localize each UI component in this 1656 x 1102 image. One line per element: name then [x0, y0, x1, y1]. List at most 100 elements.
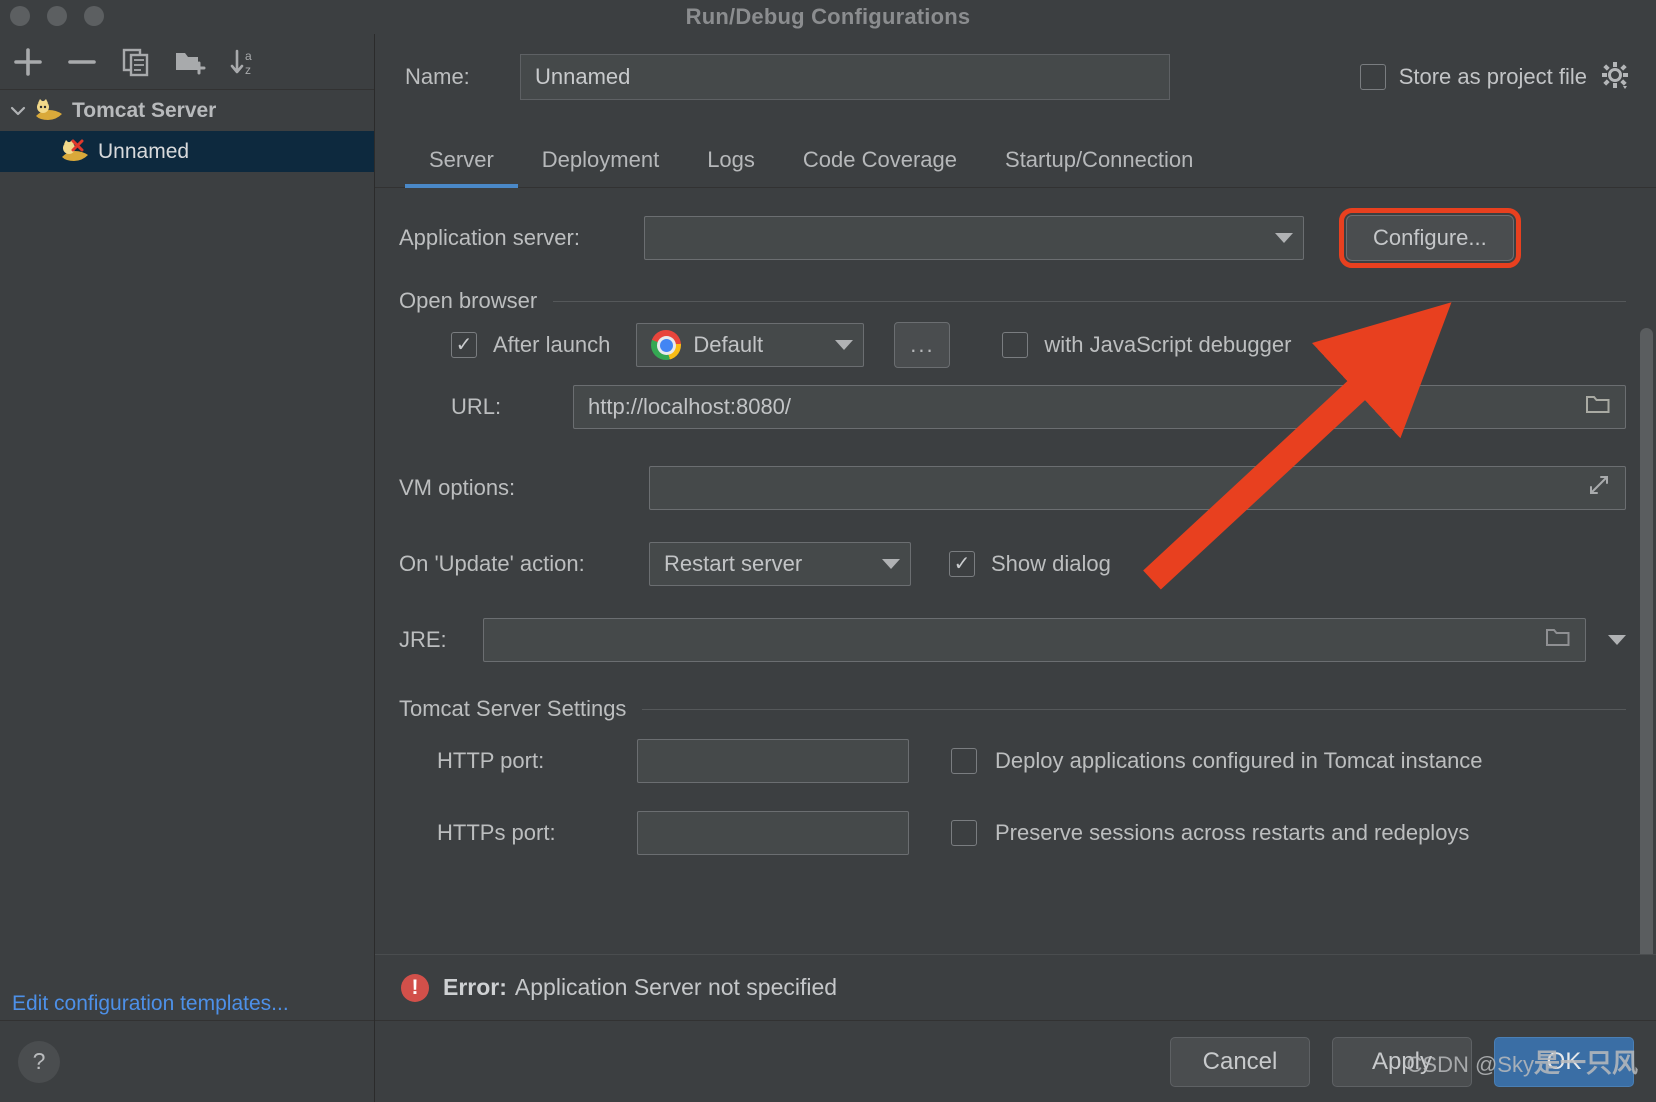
- sidebar-footer: ?: [0, 1020, 374, 1102]
- http-port-row: HTTP port: Deploy applications configure…: [399, 722, 1626, 800]
- chrome-icon: [651, 330, 682, 360]
- configure-button[interactable]: Configure...: [1339, 208, 1521, 268]
- configuration-editor: Name: Unnamed Store as project file Serv…: [375, 34, 1656, 1102]
- jre-input[interactable]: [483, 618, 1586, 662]
- tab-code-coverage[interactable]: Code Coverage: [779, 147, 981, 187]
- name-row: Name: Unnamed Store as project file: [375, 34, 1656, 120]
- error-message: Application Server not specified: [514, 974, 838, 1000]
- preserve-sessions-label: Preserve sessions across restarts and re…: [995, 820, 1470, 845]
- maximize-window-button[interactable]: [84, 6, 104, 26]
- http-port-label: HTTP port:: [437, 748, 545, 773]
- tab-deployment[interactable]: Deployment: [518, 147, 683, 187]
- tree-item-unnamed[interactable]: Unnamed: [0, 131, 374, 172]
- https-port-row: HTTPs port: Preserve sessions across res…: [399, 800, 1626, 866]
- after-launch-row: After launch Default ... with JavaScript…: [399, 314, 1626, 376]
- svg-text:z: z: [245, 63, 251, 77]
- title-bar: Run/Debug Configurations: [0, 0, 1656, 34]
- sort-az-icon[interactable]: a z: [222, 40, 266, 84]
- vm-options-label: VM options:: [399, 475, 516, 500]
- open-browser-group-header: Open browser: [399, 288, 1626, 314]
- show-dialog-checkbox[interactable]: [949, 551, 975, 577]
- after-launch-label: After launch: [493, 332, 611, 357]
- copy-icon[interactable]: [114, 40, 158, 84]
- tab-logs[interactable]: Logs: [683, 147, 779, 187]
- store-as-project-file-label: Store as project file: [1398, 64, 1587, 89]
- https-port-input[interactable]: [637, 811, 909, 855]
- dialog-footer: Cancel Apply OK: [375, 1020, 1656, 1102]
- deploy-applications-label: Deploy applications configured in Tomcat…: [995, 748, 1483, 773]
- application-server-row: Application server: Configure...: [399, 208, 1626, 268]
- help-button[interactable]: ?: [18, 1040, 60, 1083]
- close-window-button[interactable]: [10, 6, 30, 26]
- name-label: Name:: [405, 64, 470, 89]
- scrollbar-thumb[interactable]: [1640, 328, 1653, 954]
- browser-value: Default: [693, 332, 764, 357]
- chevron-down-icon[interactable]: [835, 340, 854, 350]
- folder-icon[interactable]: [1585, 393, 1611, 422]
- tomcat-icon: [32, 98, 66, 124]
- page-title: Run/Debug Configurations: [685, 4, 971, 29]
- edit-configuration-templates-link[interactable]: Edit configuration templates...: [12, 992, 289, 1016]
- error-icon: !: [401, 973, 429, 1002]
- jre-dropdown-icon[interactable]: [1608, 635, 1626, 645]
- url-label: URL:: [451, 394, 502, 419]
- show-dialog-label: Show dialog: [991, 551, 1111, 576]
- folder-add-icon[interactable]: [168, 40, 212, 84]
- application-server-combo[interactable]: [644, 216, 1304, 260]
- tree-group-label: Tomcat Server: [72, 98, 217, 122]
- run-debug-configurations-dialog: Run/Debug Configurations a z Tomcat Serv…: [0, 0, 1656, 1102]
- window-controls[interactable]: [10, 6, 104, 26]
- svg-text:a: a: [245, 49, 252, 63]
- tomcat-settings-label: Tomcat Server Settings: [399, 696, 627, 721]
- tab-startup-connection[interactable]: Startup/Connection: [981, 147, 1217, 187]
- preserve-sessions-checkbox[interactable]: [951, 820, 977, 846]
- on-update-action-value: Restart server: [664, 551, 803, 576]
- after-launch-checkbox[interactable]: [451, 332, 477, 358]
- store-as-project-file-row[interactable]: Store as project file: [1359, 60, 1638, 95]
- tab-bar: Server Deployment Logs Code Coverage Sta…: [375, 120, 1656, 188]
- url-value: http://localhost:8080/: [588, 394, 792, 419]
- server-tab-content: Application server: Configure... Open br…: [375, 188, 1656, 954]
- tab-server[interactable]: Server: [405, 147, 518, 188]
- group-divider: [642, 708, 1626, 710]
- browser-select[interactable]: Default: [636, 323, 865, 367]
- add-button[interactable]: [6, 40, 50, 84]
- https-port-label: HTTPs port:: [437, 820, 556, 845]
- deploy-applications-checkbox[interactable]: [951, 748, 977, 774]
- expand-icon[interactable]: [1587, 473, 1611, 503]
- remove-button[interactable]: [60, 40, 104, 84]
- chevron-down-icon[interactable]: [1275, 233, 1293, 243]
- js-debugger-checkbox[interactable]: [1002, 332, 1029, 358]
- store-as-project-file-checkbox[interactable]: [1359, 64, 1386, 90]
- tree-item-label: Unnamed: [98, 139, 190, 163]
- on-update-action-select[interactable]: Restart server: [649, 542, 911, 586]
- minimize-window-button[interactable]: [47, 6, 67, 26]
- vertical-scrollbar[interactable]: [1640, 328, 1653, 954]
- application-server-label: Application server:: [399, 225, 580, 250]
- chevron-down-icon[interactable]: [882, 559, 900, 569]
- tomcat-settings-group-header: Tomcat Server Settings: [399, 696, 1626, 722]
- tomcat-error-icon: [58, 139, 92, 165]
- browser-browse-button[interactable]: ...: [894, 322, 951, 368]
- folder-icon[interactable]: [1545, 626, 1571, 655]
- jre-label: JRE:: [399, 627, 447, 652]
- open-browser-label: Open browser: [399, 288, 538, 313]
- sidebar-toolbar: a z: [0, 34, 374, 90]
- apply-button[interactable]: Apply: [1332, 1036, 1472, 1087]
- chevron-down-icon[interactable]: [4, 101, 32, 121]
- configurations-sidebar: a z Tomcat Server Unnamed Edit configura…: [0, 34, 375, 1102]
- tree-group-tomcat-server[interactable]: Tomcat Server: [0, 90, 374, 131]
- js-debugger-label: with JavaScript debugger: [1044, 332, 1292, 357]
- cancel-button[interactable]: Cancel: [1170, 1036, 1310, 1087]
- configurations-tree: Tomcat Server Unnamed: [0, 90, 374, 172]
- vm-options-input[interactable]: [649, 466, 1626, 510]
- http-port-input[interactable]: [637, 739, 909, 783]
- gear-icon[interactable]: [1600, 60, 1630, 95]
- name-input[interactable]: Unnamed: [520, 54, 1170, 100]
- url-row: URL: http://localhost:8080/: [399, 376, 1626, 438]
- error-prefix: Error:: [443, 974, 507, 1000]
- url-input[interactable]: http://localhost:8080/: [573, 385, 1626, 429]
- ok-button[interactable]: OK: [1494, 1036, 1634, 1087]
- group-divider: [553, 300, 1626, 302]
- jre-row: JRE:: [399, 602, 1626, 678]
